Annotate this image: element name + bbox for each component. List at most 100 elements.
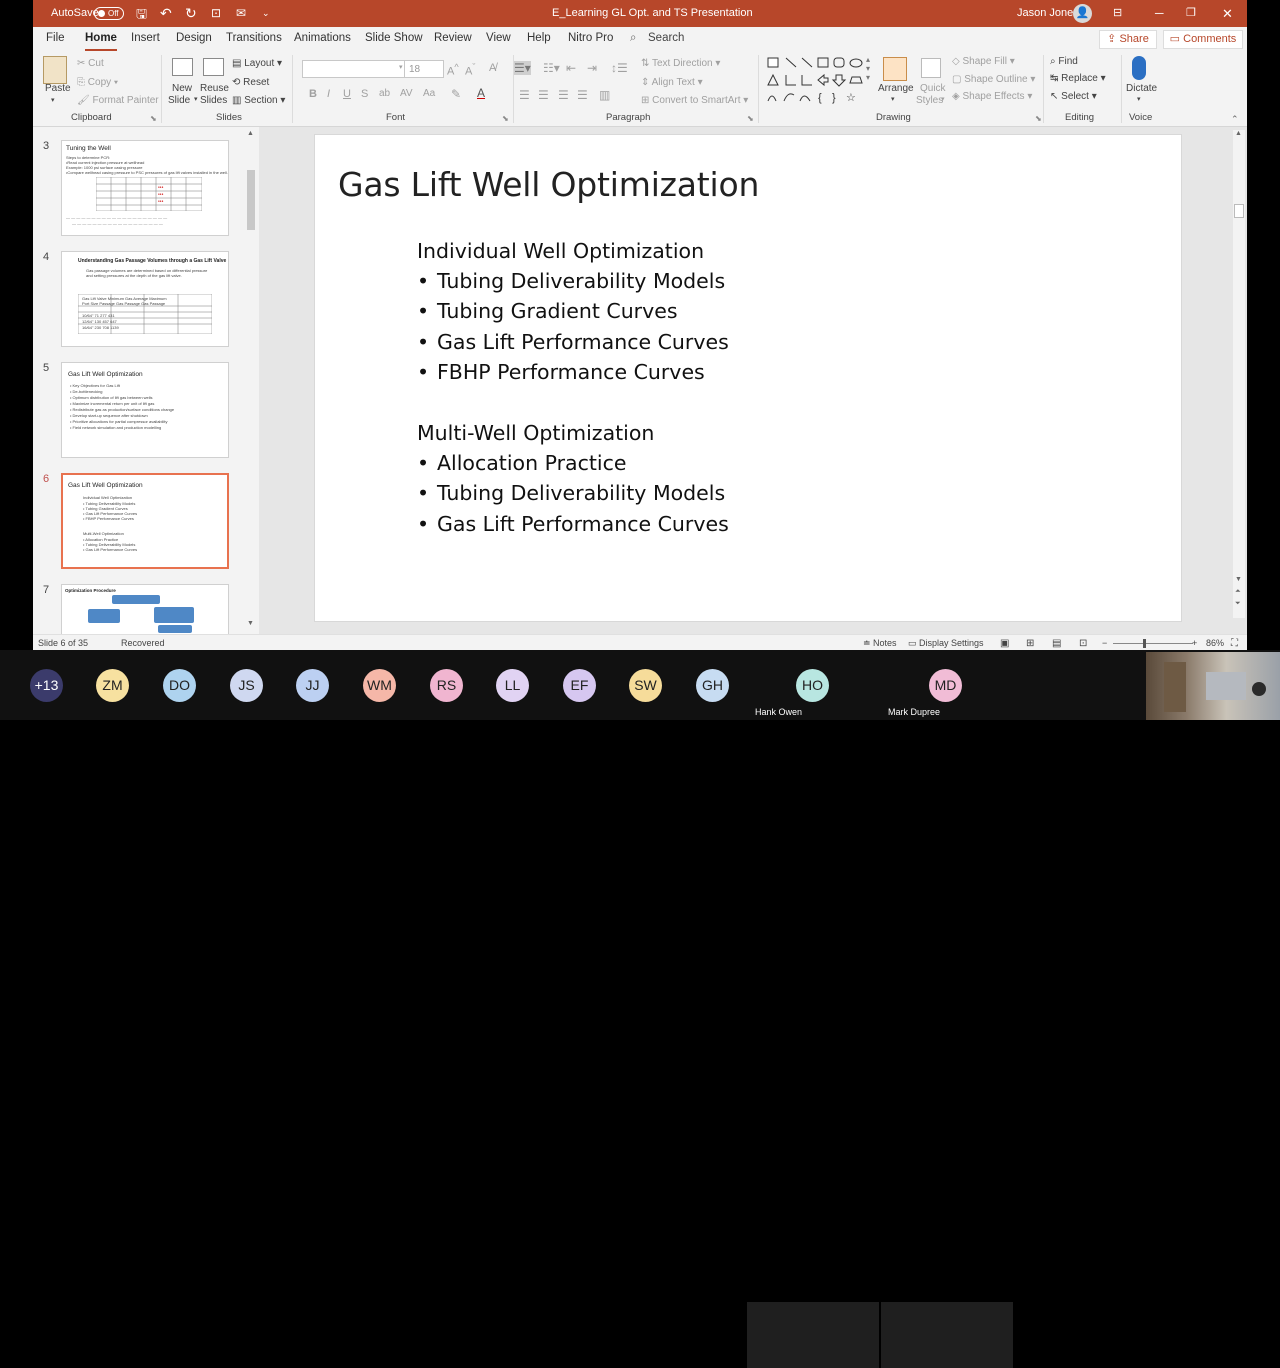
font-name-dropdown-icon[interactable]: ▾: [399, 63, 403, 71]
italic-icon[interactable]: I: [327, 88, 330, 100]
font-color-icon[interactable]: A: [477, 86, 485, 100]
scrollbar-thumb[interactable]: [1234, 204, 1244, 218]
shape-effects-button[interactable]: ◈ Shape Effects ▾: [952, 91, 1032, 102]
tab-transitions[interactable]: Transitions: [226, 32, 282, 44]
slide-thumbnail-3[interactable]: Tuning the Well Steps to determine PCR: …: [61, 140, 229, 236]
arrange-icon[interactable]: [883, 57, 907, 81]
webcam-video-tile[interactable]: [1146, 652, 1280, 720]
new-slide-button[interactable]: New: [172, 83, 192, 94]
participant-avatar[interactable]: JJ: [296, 669, 329, 702]
strikethrough-icon[interactable]: ab: [379, 88, 390, 99]
close-icon[interactable]: ✕: [1222, 0, 1233, 27]
collapse-ribbon-icon[interactable]: ⌃: [1231, 114, 1239, 125]
line-spacing-icon[interactable]: ↕☰: [611, 61, 628, 75]
reuse-slides-button[interactable]: Reuse: [200, 83, 229, 94]
thumbnail-scrollbar[interactable]: ▲ ▼: [245, 130, 257, 632]
columns-icon[interactable]: ▥: [599, 88, 610, 102]
shapes-scroll-icon[interactable]: ▴ ▾ ▾: [866, 55, 870, 82]
tab-view[interactable]: View: [486, 32, 511, 44]
undo-icon[interactable]: ↶: [160, 0, 172, 27]
participant-avatar[interactable]: EF: [563, 669, 596, 702]
format-painter-button[interactable]: 🖌 Format Painter: [77, 95, 159, 106]
slide-thumbnail-7[interactable]: Optimization Procedure: [61, 584, 229, 635]
tab-file[interactable]: File: [46, 32, 65, 44]
quick-styles-dropdown-icon[interactable]: ▾: [941, 95, 945, 103]
font-name-box[interactable]: [302, 60, 406, 78]
participant-avatar[interactable]: RS: [430, 669, 463, 702]
cut-button[interactable]: ✂ Cut: [77, 58, 104, 69]
present-icon[interactable]: ⊡: [211, 0, 221, 27]
drawing-launcher-icon[interactable]: ⬊: [1035, 114, 1042, 123]
copy-button[interactable]: ⎘ Copy ▾: [77, 77, 118, 88]
tab-nitro-pro[interactable]: Nitro Pro: [568, 32, 613, 44]
participant-avatar[interactable]: JS: [230, 669, 263, 702]
highlight-icon[interactable]: ✎: [451, 87, 461, 101]
participant-avatar[interactable]: GH: [696, 669, 729, 702]
find-button[interactable]: ⌕ Find: [1050, 56, 1078, 67]
tab-design[interactable]: Design: [176, 32, 212, 44]
quick-styles-button[interactable]: Quick: [920, 83, 946, 94]
clipboard-launcher-icon[interactable]: ⬊: [150, 114, 157, 123]
display-settings-button[interactable]: ▭ Display Settings: [908, 638, 984, 649]
redo-icon[interactable]: ↻: [185, 0, 197, 27]
bullet-item[interactable]: FBHP Performance Curves: [437, 360, 705, 384]
align-right-icon[interactable]: ☰: [558, 88, 569, 102]
participant-avatar[interactable]: MD: [929, 669, 962, 702]
participant-tile-mark[interactable]: [881, 1302, 1013, 1368]
arrange-button[interactable]: Arrange: [878, 83, 914, 94]
convert-smartart-button[interactable]: ⊞ Convert to SmartArt ▾: [641, 95, 748, 106]
bullet-item[interactable]: Gas Lift Performance Curves: [437, 512, 729, 536]
customize-qat-icon[interactable]: ⌄: [262, 0, 270, 27]
dictate-button[interactable]: Dictate: [1126, 83, 1157, 94]
bullet-item[interactable]: Tubing Deliverability Models: [437, 481, 725, 505]
slide-scrollbar[interactable]: ▲ ▼ ⏶ ⏷: [1233, 130, 1245, 618]
zoom-slider-handle[interactable]: [1143, 639, 1146, 648]
normal-view-icon[interactable]: ▣: [1000, 638, 1009, 649]
user-name[interactable]: Jason Jones: [1017, 0, 1079, 27]
reuse-slides-icon[interactable]: [203, 58, 224, 76]
current-slide[interactable]: Gas Lift Well Optimization Individual We…: [314, 134, 1182, 622]
font-size-box[interactable]: 18: [404, 60, 444, 78]
align-center-icon[interactable]: ☰: [538, 88, 549, 102]
reset-button[interactable]: ⟲ Reset: [232, 77, 269, 88]
slideshow-view-icon[interactable]: ⊡: [1079, 638, 1087, 649]
change-case-icon[interactable]: Aa: [423, 88, 435, 99]
quick-styles-icon[interactable]: [921, 58, 941, 78]
grow-font-icon[interactable]: A^: [447, 62, 459, 78]
participant-tile-hank[interactable]: [747, 1302, 879, 1368]
align-left-icon[interactable]: ☰: [519, 88, 530, 102]
bold-icon[interactable]: B: [309, 88, 317, 100]
comments-button[interactable]: ▭ Comments: [1163, 30, 1243, 49]
bullet-item[interactable]: Tubing Deliverability Models: [437, 269, 725, 293]
tab-help[interactable]: Help: [527, 32, 551, 44]
zoom-out-icon[interactable]: −: [1102, 638, 1107, 648]
shadow-icon[interactable]: S: [361, 88, 368, 100]
scrollbar-thumb[interactable]: [247, 170, 255, 230]
font-launcher-icon[interactable]: ⬊: [502, 114, 509, 123]
share-button[interactable]: ⇪ Share: [1099, 30, 1157, 49]
slide-thumbnail-4[interactable]: Understanding Gas Passage Volumes throug…: [61, 251, 229, 347]
microphone-icon[interactable]: [1132, 56, 1146, 80]
tab-animations[interactable]: Animations: [294, 32, 351, 44]
reading-view-icon[interactable]: ▤: [1052, 638, 1061, 649]
increase-indent-icon[interactable]: ⇥: [587, 61, 597, 75]
clear-formatting-icon[interactable]: A̸: [489, 62, 496, 74]
numbering-icon[interactable]: ☷▾: [543, 61, 560, 75]
new-slide-dropdown-icon[interactable]: ▾: [194, 95, 198, 103]
shape-outline-button[interactable]: ▢ Shape Outline ▾: [952, 74, 1035, 85]
bullet-item[interactable]: Gas Lift Performance Curves: [437, 330, 729, 354]
email-icon[interactable]: ✉: [236, 0, 246, 27]
user-avatar[interactable]: 👤: [1073, 4, 1092, 23]
arrange-dropdown-icon[interactable]: ▾: [891, 95, 895, 103]
restore-icon[interactable]: ❐: [1186, 0, 1196, 27]
select-button[interactable]: ↖ Select ▾: [1050, 91, 1097, 102]
bullet-item[interactable]: Allocation Practice: [437, 451, 626, 475]
paste-icon[interactable]: [43, 56, 67, 84]
layout-button[interactable]: ▤ Layout ▾: [232, 58, 282, 69]
character-spacing-icon[interactable]: AV: [400, 88, 413, 99]
minimize-icon[interactable]: ─: [1155, 0, 1164, 27]
tab-slide-show[interactable]: Slide Show: [365, 32, 423, 44]
participant-avatar[interactable]: HO: [796, 669, 829, 702]
shapes-gallery[interactable]: {} ☆: [764, 55, 874, 105]
section-heading[interactable]: Individual Well Optimization: [417, 239, 704, 263]
